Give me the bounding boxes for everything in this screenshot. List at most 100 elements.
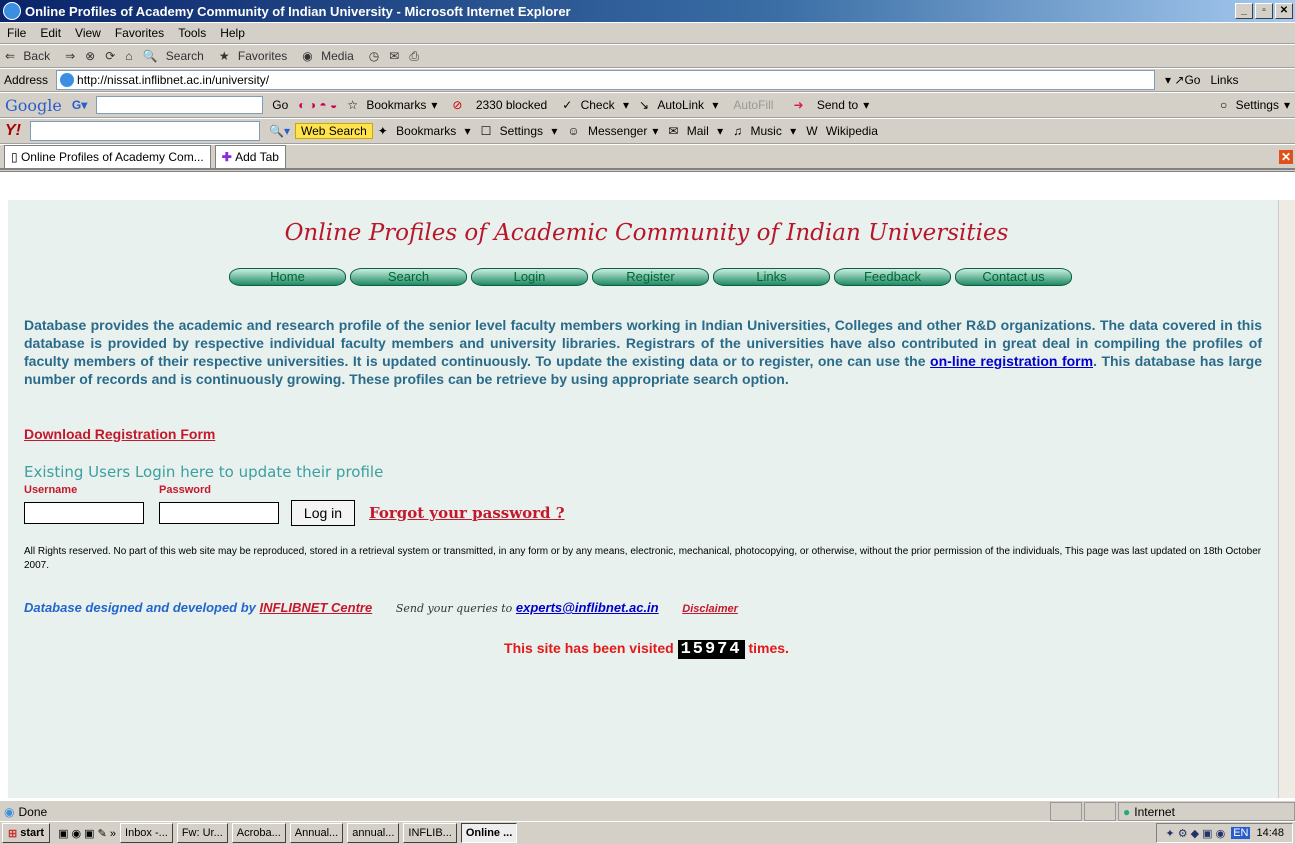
home-icon[interactable]: ⌂ (120, 49, 137, 63)
nav-search[interactable]: Search (350, 268, 467, 286)
nav-register[interactable]: Register (592, 268, 709, 286)
wikipedia-button[interactable]: W Wikipedia (801, 124, 888, 138)
status-segment (1050, 802, 1082, 821)
yahoo-bookmarks-button[interactable]: ✦ Bookmarks ▾ (373, 124, 476, 138)
language-indicator[interactable]: EN (1231, 827, 1251, 839)
menu-favorites[interactable]: Favorites (108, 26, 171, 40)
nav-login[interactable]: Login (471, 268, 588, 286)
status-text: Done (18, 804, 48, 819)
google-toolbar: Google G▾ Go ◐ ◑ ◓ ◒ ☆ Bookmarks ▾ ⊘ 2330… (0, 92, 1295, 118)
menu-tools[interactable]: Tools (171, 26, 213, 40)
google-logo: Google (5, 95, 62, 115)
mail-label: Mail (686, 124, 709, 138)
maximize-button[interactable]: ▫ (1255, 3, 1273, 19)
refresh-icon[interactable]: ⟳ (100, 49, 120, 63)
menu-help[interactable]: Help (213, 26, 252, 40)
favorites-button[interactable]: ★ Favorites (214, 49, 297, 63)
nav-feedback[interactable]: Feedback (834, 268, 951, 286)
nav-links[interactable]: Links (713, 268, 830, 286)
download-registration-link[interactable]: Download Registration Form (24, 426, 215, 442)
registration-form-link[interactable]: on-line registration form (930, 353, 1093, 369)
forgot-password-link[interactable]: Forgot your password ? (369, 504, 565, 522)
stop-icon[interactable]: ⊗ (80, 49, 100, 63)
google-settings-button[interactable]: ○ Settings ▾ (1215, 98, 1295, 112)
ie-icon (3, 2, 21, 20)
media-button[interactable]: ◉ Media (297, 49, 364, 63)
close-tab-icon[interactable]: ✕ (1279, 149, 1293, 164)
vertical-scrollbar[interactable] (1278, 200, 1295, 798)
add-tab-button[interactable]: ✚ Add Tab (214, 144, 286, 169)
mail-icon[interactable]: ✉ (384, 49, 404, 63)
tab-bar: ▯ Online Profiles of Academy Com... ✚ Ad… (0, 144, 1295, 170)
login-button[interactable]: Log in (291, 500, 355, 526)
menu-edit[interactable]: Edit (33, 26, 68, 40)
google-go-button[interactable]: Go (267, 98, 293, 112)
inflibnet-link[interactable]: INFLIBNET Centre (260, 600, 373, 615)
disclaimer-link[interactable]: Disclaimer (682, 603, 738, 615)
address-input[interactable]: http://nissat.inflibnet.ac.in/university… (56, 70, 1156, 90)
menu-view[interactable]: View (68, 26, 108, 40)
tab-current[interactable]: ▯ Online Profiles of Academy Com... (4, 144, 211, 169)
tray-icons[interactable]: ✦ ⚙ ◆ ▣ ◉ (1165, 827, 1225, 840)
task-annual-folder[interactable]: Annual... (289, 823, 344, 843)
quicklaunch-icons[interactable]: ▣ ◉ ▣ ✎ » (58, 827, 116, 840)
menu-file[interactable]: File (0, 26, 33, 40)
search-label: Search (165, 49, 204, 63)
sendto-button[interactable]: ➜ Send to ▾ (783, 98, 874, 112)
page-icon: ▯ (11, 149, 18, 164)
yahoo-logo: Y! (5, 122, 21, 139)
standard-toolbar: ⇐ Back ⇒ ⊗ ⟳ ⌂ 🔍 Search ★ Favorites ◉ Me… (0, 44, 1295, 68)
address-bar: Address http://nissat.inflibnet.ac.in/un… (0, 68, 1295, 92)
popup-blocked[interactable]: ⊘ 2330 blocked (442, 98, 557, 112)
visit-count: 15974 (677, 640, 745, 659)
music-button[interactable]: ♫ Music ▾ (728, 124, 801, 138)
go-button[interactable]: ▾ ↗Go (1155, 73, 1206, 87)
links-button[interactable]: Links (1206, 73, 1242, 87)
start-label: start (20, 827, 45, 839)
back-button[interactable]: ⇐ Back (0, 49, 60, 63)
check-label: Check (580, 98, 615, 112)
password-label: Password (159, 484, 211, 496)
task-annual-doc[interactable]: annual... (347, 823, 400, 843)
blocked-label: 2330 blocked (475, 98, 548, 112)
nav-contact[interactable]: Contact us (955, 268, 1072, 286)
address-url: http://nissat.inflibnet.ac.in/university… (77, 73, 270, 87)
password-input[interactable] (159, 502, 279, 524)
task-fw[interactable]: Fw: Ur... (176, 823, 228, 843)
yahoo-settings-button[interactable]: ☐ Settings ▾ (476, 124, 563, 138)
task-inflib[interactable]: INFLIB... (403, 823, 457, 843)
autolink-button[interactable]: ↘ AutoLink ▾ (634, 98, 723, 112)
task-inbox[interactable]: Inbox -... (120, 823, 173, 843)
media-label: Media (321, 49, 354, 63)
print-icon[interactable]: ⎙ (404, 49, 424, 64)
email-link[interactable]: experts@inflibnet.ac.in (516, 600, 659, 615)
minimize-button[interactable]: _ (1235, 3, 1253, 19)
magnifier-icon[interactable]: 🔍▾ (264, 124, 295, 138)
google-search-input[interactable] (96, 96, 264, 114)
music-label: Music (750, 124, 782, 138)
credit-line: Database designed and developed by INFLI… (24, 600, 738, 615)
start-button[interactable]: ⊞ start (2, 823, 51, 843)
nav-home[interactable]: Home (229, 268, 346, 286)
username-input[interactable] (24, 502, 144, 524)
bookmarks-label: Bookmarks (366, 98, 427, 112)
address-label: Address (4, 73, 49, 87)
search-button[interactable]: 🔍 Search (138, 49, 214, 63)
task-acrobat[interactable]: Acroba... (231, 823, 286, 843)
forward-button[interactable]: ⇒ (60, 49, 80, 63)
spellcheck-button[interactable]: ✓ Check ▾ (557, 98, 634, 112)
status-page-icon: ◉ (4, 804, 15, 819)
autofill-button[interactable]: AutoFill (723, 98, 783, 112)
window-title: Online Profiles of Academy Community of … (25, 3, 571, 19)
bookmarks-button[interactable]: ☆ Bookmarks ▾ (342, 98, 442, 112)
messenger-button[interactable]: ☺ Messenger ▾ (562, 124, 663, 138)
close-button[interactable]: ✕ (1275, 3, 1293, 19)
system-tray: ✦ ⚙ ◆ ▣ ◉ EN 14:48 (1156, 823, 1293, 843)
mail-button[interactable]: ✉ Mail ▾ (663, 124, 728, 138)
google-g-icon[interactable]: G▾ (67, 98, 92, 112)
history-icon[interactable]: ◷ (364, 49, 384, 63)
task-online[interactable]: Online ... (460, 823, 518, 843)
yahoo-web-search-button[interactable]: Web Search (294, 123, 373, 139)
plus-icon: ✚ (221, 149, 232, 164)
yahoo-search-input[interactable] (30, 121, 260, 141)
